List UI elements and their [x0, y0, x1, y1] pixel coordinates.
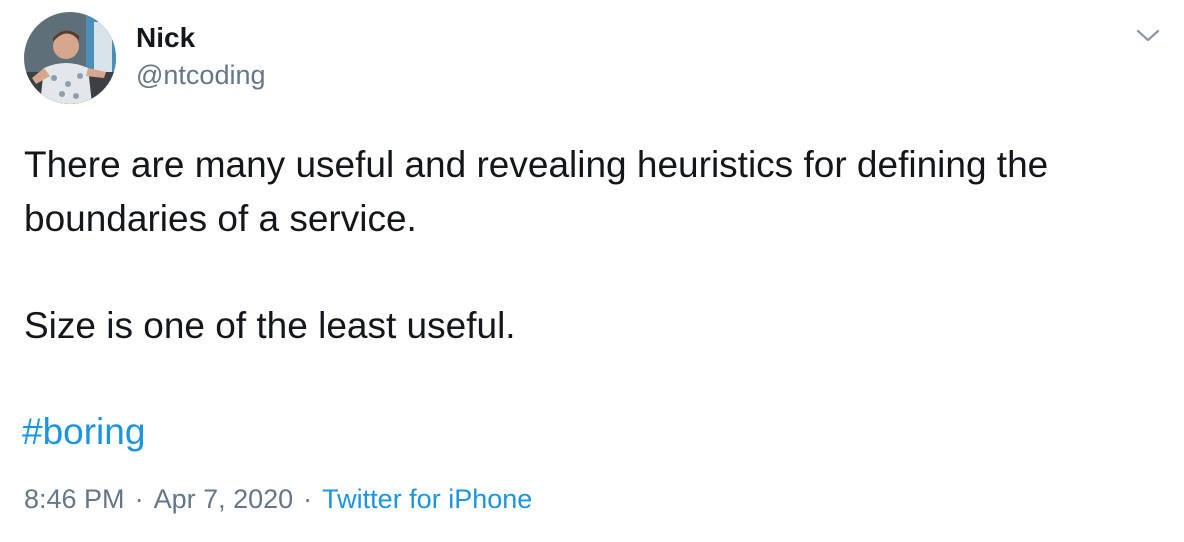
tweet-text-line: There are many useful and revealing heur…: [24, 144, 1049, 185]
tweet-card: Nick @ntcoding There are many useful and…: [0, 0, 1184, 542]
avatar[interactable]: [24, 12, 116, 104]
author-name[interactable]: Nick: [136, 22, 195, 54]
tweet-text-paragraph: Size is one of the least useful.: [24, 305, 516, 346]
author-handle[interactable]: @ntcoding: [136, 60, 266, 91]
tweet-text: There are many useful and revealing heur…: [24, 138, 1164, 246]
tweet-text-line: boundaries of a service.: [24, 198, 417, 239]
tweet-date[interactable]: Apr 7, 2020: [154, 484, 294, 515]
hashtag-link[interactable]: #boring: [22, 405, 145, 459]
chevron-down-icon[interactable]: [1132, 22, 1164, 50]
meta-separator: ·: [134, 484, 144, 514]
meta-separator: ·: [303, 484, 313, 514]
avatar-photo: [24, 12, 116, 104]
tweet-meta: 8:46 PM · Apr 7, 2020 · Twitter for iPho…: [24, 484, 532, 515]
tweet-source-link[interactable]: Twitter for iPhone: [322, 484, 532, 515]
tweet-time[interactable]: 8:46 PM: [24, 484, 125, 515]
